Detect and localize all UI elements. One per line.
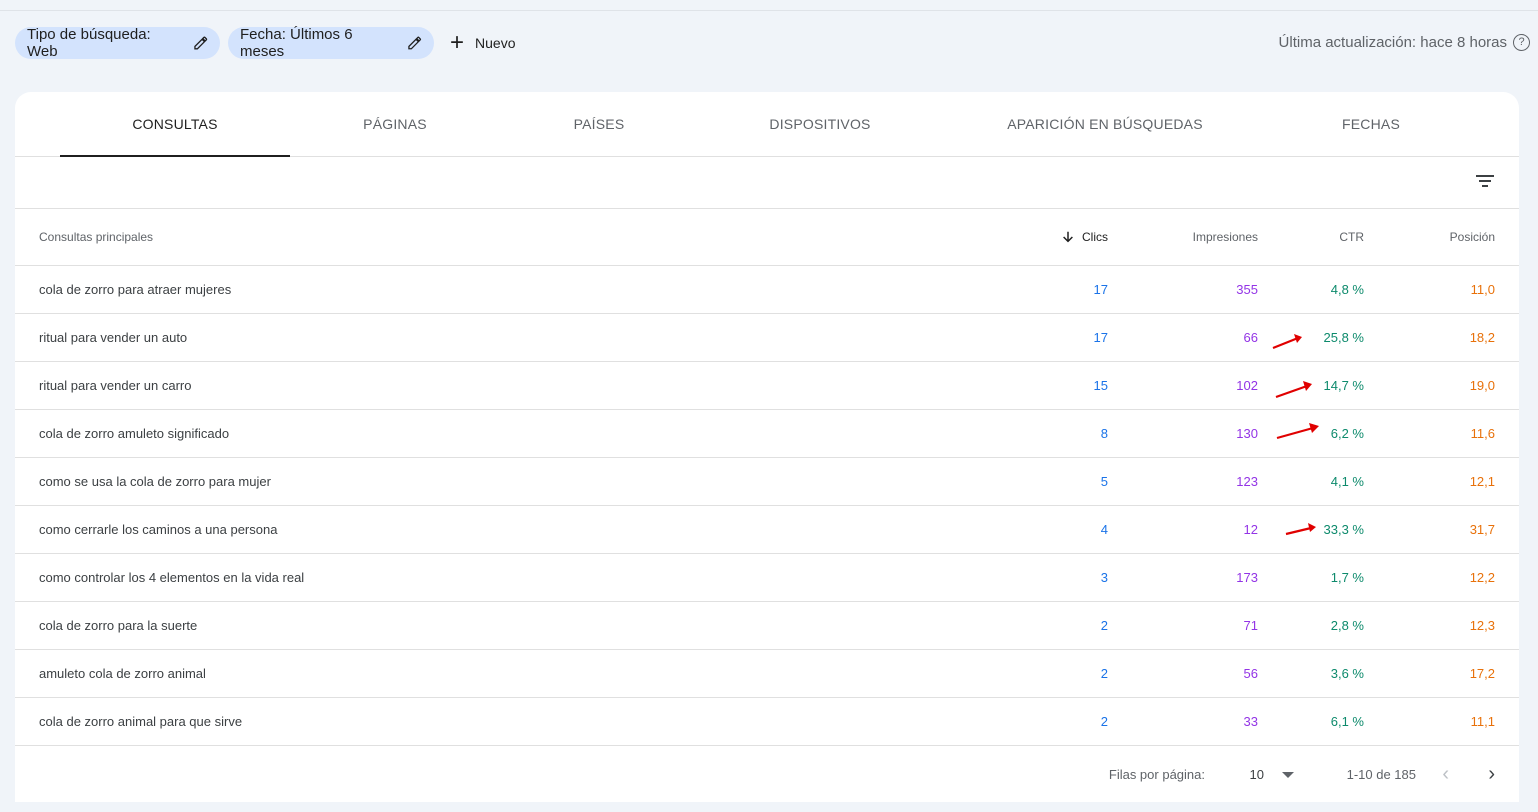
cell-impressions: 173	[1236, 570, 1258, 585]
cell-clicks: 15	[1093, 378, 1108, 393]
cell-impressions: 355	[1236, 282, 1258, 297]
cell-query: cola de zorro para atraer mujeres	[39, 282, 232, 297]
table-filter-row	[15, 157, 1519, 209]
header-position[interactable]: Posición	[1450, 209, 1495, 265]
filter-chip-date[interactable]: Fecha: Últimos 6 meses	[228, 26, 434, 60]
cell-query: cola de zorro animal para que sirve	[39, 714, 243, 729]
new-filter-button[interactable]: + Nuevo	[450, 30, 515, 56]
cell-clicks: 17	[1093, 282, 1108, 297]
cell-ctr: 4,8 %	[1330, 282, 1364, 297]
last-update: Última actualización: hace 8 horas ?	[1279, 34, 1530, 51]
table-row[interactable]: cola de zorro para atraer mujeres 17 355…	[15, 266, 1519, 314]
filter-chip-search-type[interactable]: Tipo de búsqueda: Web	[15, 26, 220, 60]
cell-position: 12,1	[1469, 474, 1495, 489]
cell-impressions: 71	[1243, 618, 1258, 633]
annotation-arrow	[1285, 523, 1316, 536]
chevron-right-icon[interactable]: ›	[1488, 763, 1495, 786]
arrow-down-icon	[1063, 231, 1073, 243]
cell-position: 31,7	[1469, 522, 1495, 537]
cell-query: cola de zorro para la suerte	[39, 618, 198, 633]
cell-position: 19,0	[1469, 378, 1495, 393]
cell-query: como controlar los 4 elementos en la vid…	[39, 570, 305, 585]
cell-ctr: 33,3 %	[1323, 522, 1364, 537]
cell-impressions: 123	[1236, 474, 1258, 489]
table-row[interactable]: como controlar los 4 elementos en la vid…	[15, 554, 1519, 602]
cell-impressions: 56	[1243, 666, 1258, 681]
filter-chip-label: Fecha: Últimos 6 meses	[240, 26, 353, 60]
tab-aparicion-en-busquedas[interactable]: APARICIÓN EN BÚSQUEDAS	[980, 92, 1230, 156]
cell-clicks: 2	[1100, 618, 1108, 633]
cell-impressions: 12	[1243, 522, 1258, 537]
filter-icon[interactable]	[1475, 171, 1495, 191]
tab-consultas[interactable]: CONSULTAS	[60, 92, 290, 157]
cell-position: 11,6	[1470, 426, 1495, 441]
header-ctr[interactable]: CTR	[1339, 209, 1364, 265]
add-icon: +	[450, 29, 465, 56]
header-query: Consultas principales	[39, 230, 154, 244]
cell-ctr: 2,8 %	[1330, 618, 1364, 633]
cell-position: 12,3	[1469, 618, 1495, 633]
cell-ctr: 4,1 %	[1330, 474, 1364, 489]
cell-impressions: 66	[1243, 330, 1258, 345]
cell-clicks: 5	[1100, 474, 1108, 489]
table-row[interactable]: como se usa la cola de zorro para mujer …	[15, 458, 1519, 506]
tab-paginas[interactable]: PÁGINAS	[305, 92, 485, 156]
tab-dispositivos[interactable]: DISPOSITIVOS	[730, 92, 910, 156]
cell-position: 12,2	[1469, 570, 1495, 585]
annotation-arrow	[1276, 423, 1319, 440]
last-update-text: Última actualización: hace 8 horas	[1278, 34, 1507, 51]
cell-ctr: 3,6 %	[1330, 666, 1364, 681]
pagination: Filas por página: 10 1-10 de 185 ‹ ›	[15, 752, 1519, 796]
cell-position: 11,0	[1470, 282, 1495, 297]
table-row[interactable]: amuleto cola de zorro animal 2 56 3,6 % …	[15, 650, 1519, 698]
annotation-arrow	[1272, 334, 1302, 350]
cell-ctr: 14,7 %	[1323, 378, 1364, 393]
cell-position: 18,2	[1469, 330, 1495, 345]
header-clicks[interactable]: Clics	[1061, 209, 1108, 265]
header-clicks-label: Clics	[1082, 230, 1108, 244]
performance-table-card: CONSULTAS PÁGINAS PAÍSES DISPOSITIVOS AP…	[15, 92, 1519, 802]
cell-clicks: 17	[1093, 330, 1108, 345]
table-header: Consultas principales Clics Impresiones …	[15, 209, 1519, 266]
cell-query: como cerrarle los caminos a una persona	[39, 522, 278, 537]
chevron-down-icon[interactable]	[1282, 772, 1294, 778]
table-row[interactable]: cola de zorro animal para que sirve 2 33…	[15, 698, 1519, 746]
cell-ctr: 25,8 %	[1323, 330, 1364, 345]
help-icon[interactable]: ?	[1513, 34, 1530, 51]
cell-ctr: 6,2 %	[1330, 426, 1364, 441]
filter-chip-label: Tipo de búsqueda: Web	[27, 26, 151, 60]
cell-position: 11,1	[1470, 714, 1495, 729]
cell-query: cola de zorro amuleto significado	[39, 426, 230, 441]
browser-status-bar	[0, 802, 1538, 812]
tab-bar: CONSULTAS PÁGINAS PAÍSES DISPOSITIVOS AP…	[15, 92, 1519, 157]
rows-per-page-select[interactable]: 10	[1250, 767, 1264, 782]
page-range: 1-10 de 185	[1346, 767, 1416, 782]
header-impressions[interactable]: Impresiones	[1193, 209, 1258, 265]
cell-clicks: 2	[1100, 714, 1108, 729]
cell-clicks: 8	[1100, 426, 1108, 441]
cell-query: ritual para vender un carro	[39, 378, 192, 393]
chevron-left-icon[interactable]: ‹	[1442, 763, 1449, 786]
cell-impressions: 102	[1236, 378, 1258, 393]
cell-clicks: 3	[1100, 570, 1108, 585]
tab-fechas[interactable]: FECHAS	[1295, 92, 1447, 156]
cell-query: amuleto cola de zorro animal	[39, 666, 206, 681]
tab-paises[interactable]: PAÍSES	[515, 92, 683, 156]
cell-clicks: 2	[1100, 666, 1108, 681]
cell-impressions: 33	[1243, 714, 1258, 729]
cell-impressions: 130	[1236, 426, 1258, 441]
annotation-arrow	[1275, 381, 1312, 399]
new-filter-label: Nuevo	[475, 35, 516, 51]
cell-query: como se usa la cola de zorro para mujer	[39, 474, 271, 489]
cell-position: 17,2	[1469, 666, 1495, 681]
edit-icon[interactable]	[407, 35, 422, 51]
table-row[interactable]: cola de zorro para la suerte 2 71 2,8 % …	[15, 602, 1519, 650]
cell-ctr: 6,1 %	[1330, 714, 1364, 729]
cell-query: ritual para vender un auto	[39, 330, 188, 345]
cell-clicks: 4	[1100, 522, 1108, 537]
cell-ctr: 1,7 %	[1330, 570, 1364, 585]
edit-icon[interactable]	[193, 35, 209, 51]
rows-per-page-label: Filas por página:	[1108, 767, 1205, 782]
top-divider	[0, 10, 1538, 11]
